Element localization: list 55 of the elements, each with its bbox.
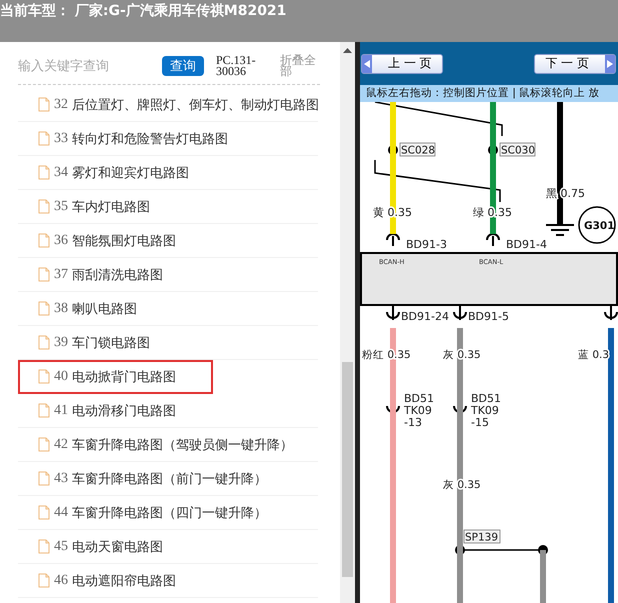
diagram-list-item[interactable]: 37 雨刮清洗电路图 — [18, 258, 318, 292]
search-field[interactable]: 输入关键字查询 — [18, 58, 144, 74]
document-icon — [38, 573, 50, 588]
diagram-list-item[interactable]: 36 智能氛围灯电路图 — [18, 224, 318, 258]
usage-hint: 鼠标左右拖动：控制图片位置 | 鼠标滚轮向上 放 — [366, 87, 600, 99]
diagram-list-item[interactable]: 35 车内灯电路图 — [18, 190, 318, 224]
diagram-list-item[interactable]: 44 车窗升降电路图（四门一键升降） — [18, 496, 318, 530]
diagram-list-item[interactable]: 41 电动滑移门电路图 — [18, 394, 318, 428]
document-icon — [38, 539, 50, 554]
document-icon — [38, 131, 50, 146]
document-icon — [38, 403, 50, 418]
wire-label: 灰 0.35 — [443, 349, 481, 361]
next-page-button[interactable]: 下 一 页 — [534, 54, 616, 74]
scrollbar[interactable] — [340, 42, 355, 603]
document-icon — [38, 301, 50, 316]
connector-label: BD51 TK09 -13 — [404, 392, 434, 429]
diagram-list-item[interactable]: 39 车门锁电路图 — [18, 326, 318, 360]
connector-label: BD51 TK09 -15 — [471, 392, 502, 429]
diagram-list-item[interactable]: 34 雾灯和迎宾灯电路图 — [18, 156, 318, 190]
left-arrow-icon — [364, 60, 370, 68]
diagram-list-item[interactable]: 46 电动遮阳帘电路图 — [18, 564, 318, 598]
document-icon — [38, 267, 50, 282]
connector-label: BD91-4 — [506, 238, 547, 251]
diagram-list-item[interactable]: 40 电动掀背门电路图 — [18, 360, 213, 394]
document-icon — [38, 165, 50, 180]
connector-label: BD91-3 — [406, 238, 447, 251]
document-icon — [38, 335, 50, 350]
document-icon — [38, 369, 50, 384]
connector-label: BD91-5 — [468, 310, 509, 323]
diagram-list-item[interactable]: 45 电动天窗电路图 — [18, 530, 318, 564]
document-code: PC.131-30036 — [216, 55, 257, 77]
connector-label: BD91-24 — [401, 310, 449, 323]
document-icon — [38, 233, 50, 248]
wire-label: 粉红 0.35 — [362, 349, 411, 361]
ground-label: G301 — [578, 206, 616, 244]
diagram-list-item[interactable]: 43 车窗升降电路图（前门一键升降） — [18, 462, 318, 496]
search-button[interactable]: 查询 — [162, 56, 204, 76]
diagram-list-item[interactable]: 42 车窗升降电路图（驾驶员侧一键升降） — [18, 428, 318, 462]
splice-label: SC028 — [400, 142, 436, 156]
splice-label: SC030 — [500, 142, 536, 156]
scroll-up-icon[interactable] — [343, 48, 352, 53]
document-icon — [38, 471, 50, 486]
diagram-list-item[interactable]: 38 喇叭电路图 — [18, 292, 318, 326]
scrollbar-thumb[interactable] — [342, 362, 353, 577]
splice-label: SP139 — [464, 530, 500, 544]
vehicle-title: 当前车型： 厂家:G-广汽乘用车传祺M82021 — [0, 4, 286, 18]
document-icon — [38, 505, 50, 520]
diagram-list-item[interactable]: 32 后位置灯、牌照灯、倒车灯、制动灯电路图 — [18, 88, 318, 122]
diagram-list-item[interactable]: 33 转向灯和危险警告灯电路图 — [18, 122, 318, 156]
previous-page-button[interactable]: 上 一 页 — [361, 54, 443, 74]
document-icon — [38, 199, 50, 214]
document-icon — [38, 437, 50, 452]
document-icon — [38, 97, 50, 112]
wire-label: 灰 0.35 — [443, 479, 481, 491]
right-arrow-icon — [607, 60, 613, 68]
